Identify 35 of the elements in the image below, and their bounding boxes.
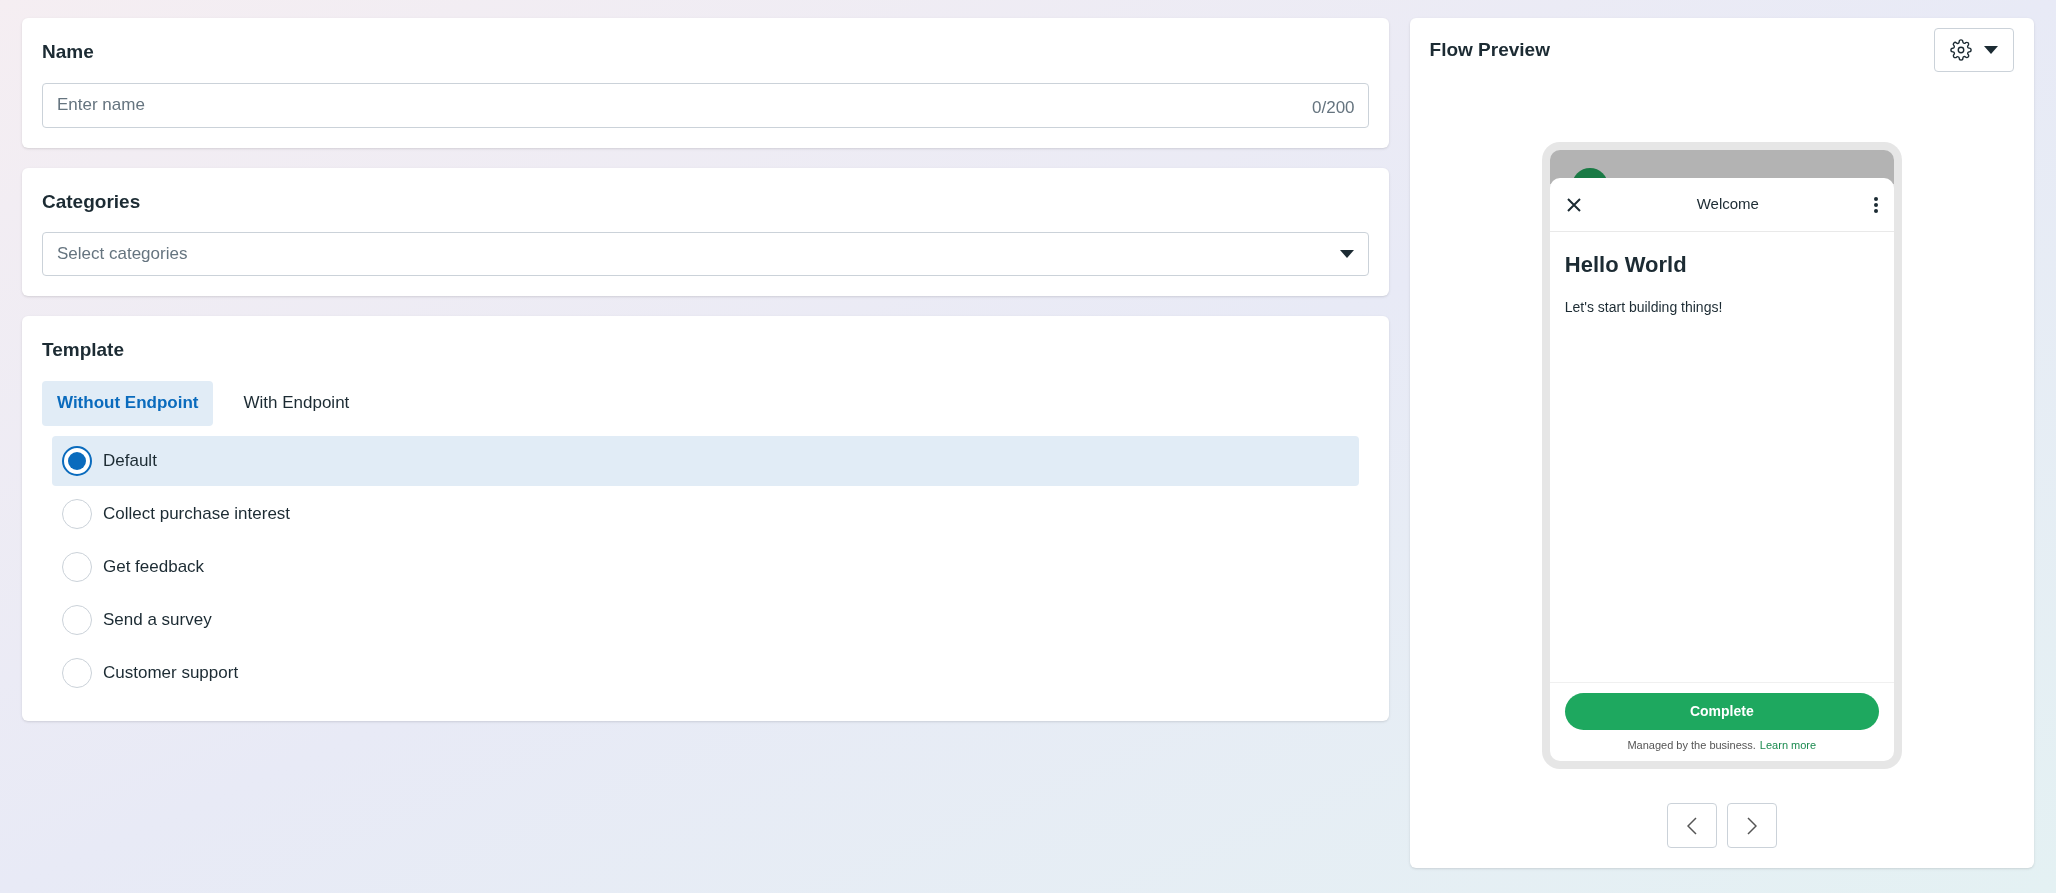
template-option[interactable]: Default (52, 435, 1359, 486)
template-tab[interactable]: Without Endpoint (42, 380, 214, 426)
template-option[interactable]: Get feedback (52, 541, 1359, 592)
footer-text: Managed by the business. (1627, 737, 1756, 753)
panel-title: Flow Preview (1429, 37, 1550, 62)
categories-select[interactable]: Select categories (42, 232, 1369, 276)
template-option[interactable]: Collect purchase interest (52, 488, 1359, 539)
option-label: Customer support (103, 661, 239, 684)
previous-button[interactable] (1666, 803, 1717, 848)
screen-heading: Hello World (1564, 251, 1688, 279)
close-icon[interactable] (1565, 196, 1582, 213)
learn-more-link[interactable]: Learn more (1759, 736, 1817, 753)
settings-icon (1950, 39, 1972, 61)
section-title: Name (42, 40, 95, 64)
next-button[interactable] (1726, 803, 1777, 848)
caret-icon (1984, 46, 1998, 54)
select-placeholder: Select categories (57, 243, 189, 266)
screen-body-text: Let's start building things! (1564, 298, 1724, 317)
screen-title: Welcome (1696, 194, 1759, 215)
option-label: Default (103, 449, 157, 472)
option-label: Collect purchase interest (103, 502, 291, 525)
more-icon[interactable] (1873, 196, 1878, 213)
section-title: Template (42, 338, 125, 362)
section-title: Categories (42, 189, 142, 214)
option-label: Send a survey (103, 608, 212, 631)
template-option[interactable]: Send a survey (52, 594, 1359, 645)
chevron-right-icon (1746, 816, 1757, 835)
settings-dropdown-button[interactable] (1934, 28, 2014, 72)
option-label: Get feedback (103, 555, 205, 578)
template-option[interactable]: Customer support (52, 647, 1359, 698)
radio-button[interactable] (62, 445, 92, 476)
character-counter: 0/200 (1312, 96, 1355, 119)
chevron-left-icon (1686, 816, 1697, 835)
template-tab[interactable]: With Endpoint (215, 380, 378, 426)
caret-icon (1339, 250, 1354, 258)
